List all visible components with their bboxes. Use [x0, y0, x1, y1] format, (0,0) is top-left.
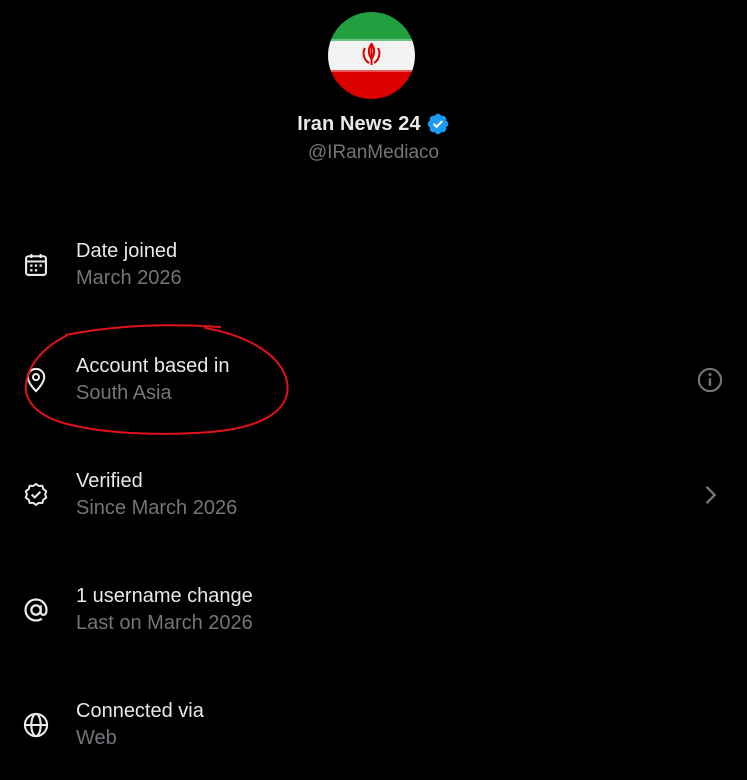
date-joined-row: Date joined March 2026: [0, 205, 747, 320]
handle: @IRanMediaco: [307, 142, 440, 163]
username-change-text: 1 username change Last on March 2026: [76, 583, 253, 637]
username-change-row: 1 username change Last on March 2026: [0, 550, 747, 665]
row-title: 1 username change: [76, 585, 253, 607]
chevron-right-icon[interactable]: [696, 481, 724, 509]
row-subtitle: South Asia: [76, 382, 172, 404]
row-subtitle: Web: [76, 727, 117, 749]
verified-text: Verified Since March 2026: [76, 468, 237, 522]
verified-row[interactable]: Verified Since March 2026: [0, 435, 747, 550]
at-sign-icon: [24, 598, 48, 622]
row-title: Verified: [76, 470, 143, 492]
location-pin-icon: [26, 367, 46, 393]
avatar[interactable]: [328, 12, 415, 99]
verified-seal-icon: [24, 482, 48, 506]
display-name[interactable]: Iran News 24: [297, 113, 421, 136]
row-subtitle: Since March 2026: [76, 497, 238, 519]
verified-badge-icon: [427, 113, 448, 135]
calendar-icon: [25, 253, 47, 276]
globe-icon: [23, 712, 49, 738]
row-title: Connected via: [76, 700, 204, 722]
date-joined-text: Date joined March 2026: [76, 238, 182, 292]
row-subtitle: Last on March 2026: [76, 612, 253, 634]
row-subtitle: March 2026: [76, 267, 182, 289]
name-row: Iran News 24: [0, 110, 747, 138]
connected-via-row: Connected via Web: [0, 665, 747, 780]
profile-header: Iran News 24 @IRanMediaco: [0, 0, 747, 180]
iran-flag-icon: [328, 12, 415, 99]
row-title: Account based in: [76, 355, 230, 377]
account-based-in-row: Account based in South Asia: [0, 320, 747, 435]
account-based-in-text: Account based in South Asia: [76, 353, 229, 407]
info-icon[interactable]: [696, 366, 724, 394]
connected-via-text: Connected via Web: [76, 698, 204, 752]
row-title: Date joined: [76, 240, 178, 262]
